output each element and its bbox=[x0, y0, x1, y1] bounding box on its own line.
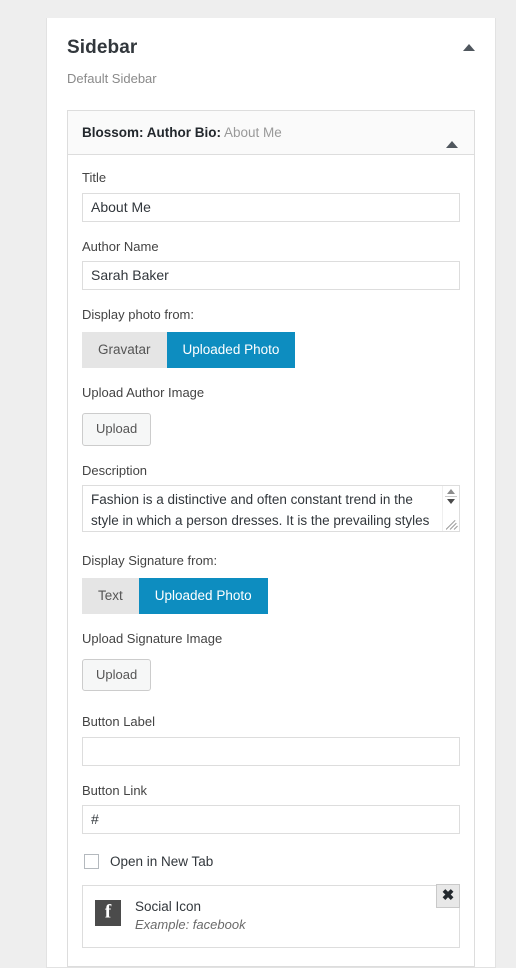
display-photo-option-gravatar[interactable]: Gravatar bbox=[82, 331, 167, 369]
page-title: Sidebar bbox=[67, 37, 138, 58]
widget-instance-title: About Me bbox=[224, 124, 282, 140]
title-label: Title bbox=[82, 170, 107, 186]
open-new-tab-checkbox[interactable] bbox=[84, 853, 99, 869]
button-label-label: Button Label bbox=[82, 714, 156, 730]
author-name-input[interactable] bbox=[82, 260, 460, 290]
triangle-up-icon bbox=[463, 44, 475, 51]
open-new-tab-label[interactable]: Open in New Tab bbox=[110, 854, 213, 869]
customizer-sidebar-panel: Sidebar Default Sidebar Blossom: Author … bbox=[46, 18, 496, 968]
title-input[interactable] bbox=[82, 192, 460, 222]
widget-collapse-toggle[interactable] bbox=[446, 125, 462, 148]
display-photo-label: Display photo from: bbox=[82, 306, 194, 322]
panel-header: Sidebar Default Sidebar bbox=[47, 18, 495, 88]
display-signature-label: Display Signature from: bbox=[82, 552, 218, 568]
upload-author-image-label: Upload Author Image bbox=[82, 385, 205, 401]
display-photo-toggle-group: Gravatar Uploaded Photo bbox=[82, 331, 460, 369]
description-textarea[interactable]: Fashion is a distinctive and often const… bbox=[82, 484, 460, 532]
field-upload-signature-image: Upload Signature Image Upload bbox=[82, 630, 460, 692]
triangle-up-icon bbox=[446, 125, 458, 148]
field-button-link: Button Link bbox=[82, 782, 460, 834]
widget-name: Blossom: Author Bio: bbox=[82, 124, 221, 140]
display-signature-toggle-group: Text Uploaded Photo bbox=[82, 577, 460, 615]
field-display-photo: Display photo from: Gravatar Uploaded Ph… bbox=[82, 306, 460, 369]
display-signature-option-uploaded-photo[interactable]: Uploaded Photo bbox=[138, 577, 268, 615]
upload-signature-image-button[interactable]: Upload bbox=[82, 659, 152, 692]
description-wrapper: Fashion is a distinctive and often const… bbox=[82, 484, 460, 532]
social-icon-title: Social Icon bbox=[135, 898, 202, 914]
panel-subtitle: Default Sidebar bbox=[67, 70, 157, 86]
remove-social-icon-button[interactable]: ✖ bbox=[436, 883, 460, 908]
field-open-new-tab: Open in New Tab bbox=[84, 853, 460, 869]
social-icon-repeater-item: Social Icon Example: facebook ✖ bbox=[82, 883, 460, 949]
social-icon-row: Social Icon Example: facebook bbox=[95, 896, 447, 935]
panel-collapse-toggle[interactable] bbox=[461, 40, 477, 56]
field-description: Description Fashion is a distinctive and… bbox=[82, 462, 460, 532]
upload-signature-image-label: Upload Signature Image bbox=[82, 631, 223, 647]
upload-author-image-button[interactable]: Upload bbox=[82, 413, 152, 446]
field-author-name: Author Name bbox=[82, 238, 460, 290]
description-label: Description bbox=[82, 462, 148, 478]
button-link-label: Button Link bbox=[82, 782, 148, 798]
widget-form: Title Author Name Display photo from: Gr… bbox=[68, 155, 474, 966]
field-upload-author-image: Upload Author Image Upload bbox=[82, 384, 460, 446]
button-label-input[interactable] bbox=[82, 736, 460, 766]
display-photo-option-uploaded-photo[interactable]: Uploaded Photo bbox=[166, 331, 296, 369]
social-icon-hint: Example: facebook bbox=[135, 917, 246, 933]
author-name-label: Author Name bbox=[82, 238, 159, 254]
field-display-signature: Display Signature from: Text Uploaded Ph… bbox=[82, 552, 460, 615]
field-title: Title bbox=[82, 169, 460, 222]
social-icon-text: Social Icon Example: facebook bbox=[135, 896, 246, 935]
field-button-label: Button Label bbox=[82, 713, 460, 766]
resize-grip-icon[interactable] bbox=[446, 518, 459, 531]
button-link-input[interactable] bbox=[82, 804, 460, 834]
display-signature-option-text[interactable]: Text bbox=[82, 577, 139, 615]
widget-header[interactable]: Blossom: Author Bio: About Me bbox=[68, 110, 474, 156]
facebook-icon bbox=[95, 899, 121, 926]
widget-author-bio: Blossom: Author Bio: About Me Title Auth… bbox=[67, 109, 475, 968]
